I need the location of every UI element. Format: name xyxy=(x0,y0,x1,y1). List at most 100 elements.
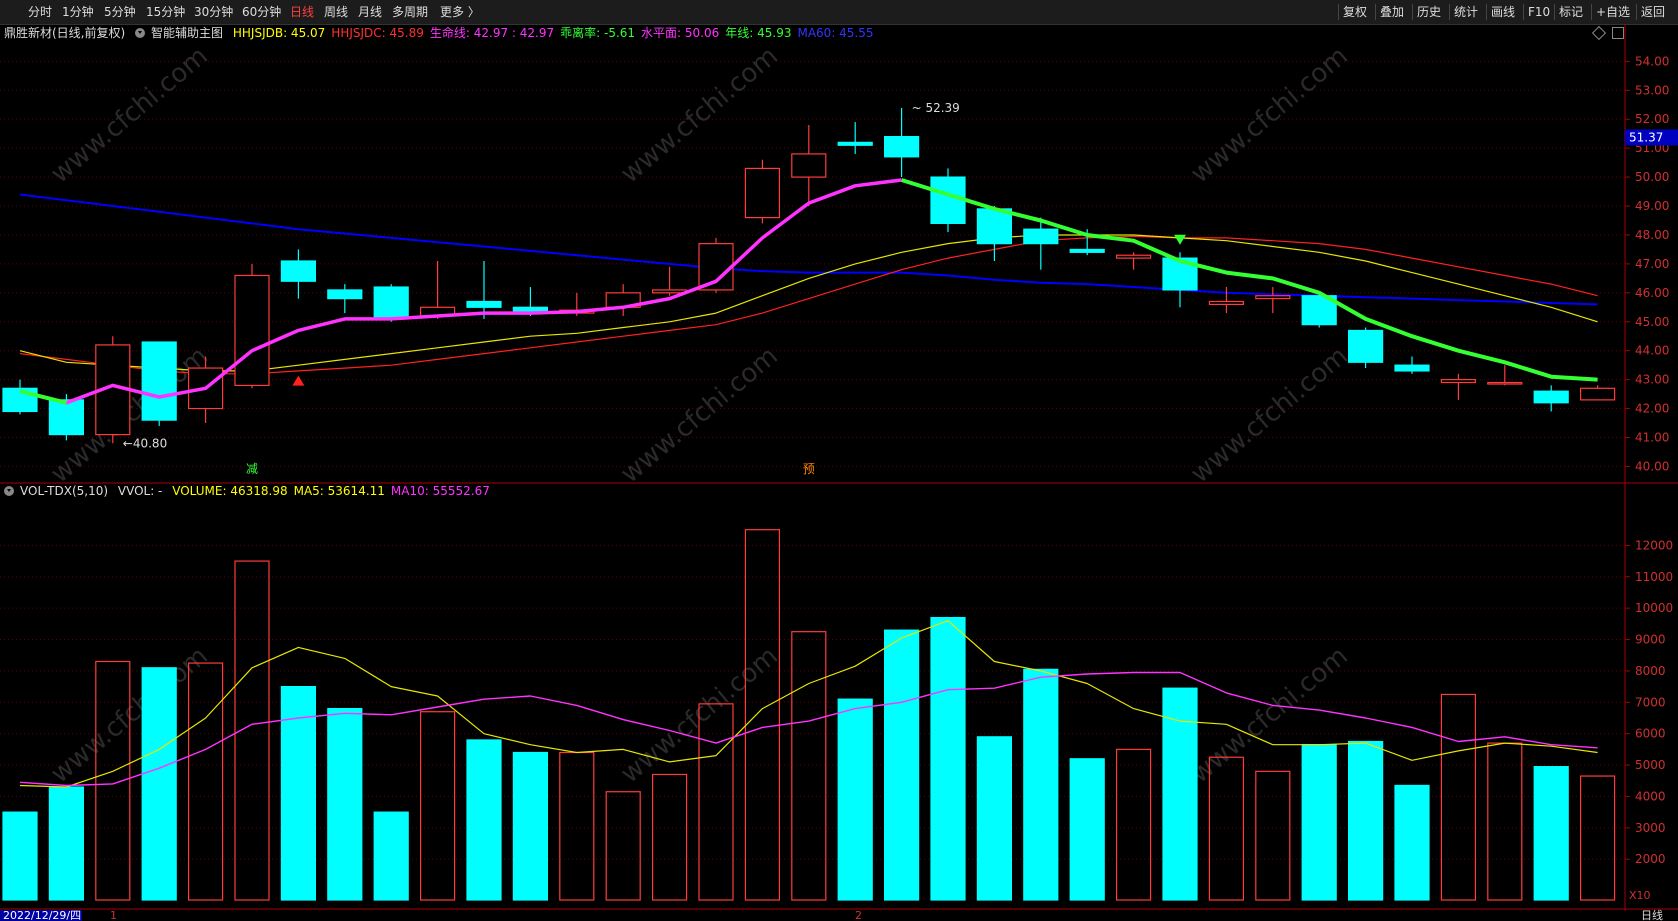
volume-bar xyxy=(1115,748,1152,901)
volume-bar xyxy=(651,773,688,901)
volume-tick-label: 9000 xyxy=(1635,633,1666,647)
price-tick-label: 40.00 xyxy=(1635,459,1669,473)
volume-bar xyxy=(1487,742,1523,901)
toolbar-button-7[interactable]: +自选 xyxy=(1596,0,1630,24)
volume-bar xyxy=(420,711,456,901)
current-price-value: 51.37 xyxy=(1629,130,1663,144)
period-tab-10[interactable]: 更多 〉 xyxy=(440,0,480,24)
stock-chart[interactable]: 54.0053.0052.0051.0050.0049.0048.0047.00… xyxy=(0,24,1678,921)
volume-tick-label: 3000 xyxy=(1635,821,1666,835)
watermark-text: www.cfchi.com xyxy=(45,41,214,189)
toolbar-separator xyxy=(1338,4,1339,20)
candle-body xyxy=(1394,364,1430,372)
price-tick-label: 49.00 xyxy=(1635,199,1669,213)
price-tick-label: 52.00 xyxy=(1635,112,1669,126)
period-tab-4[interactable]: 30分钟 xyxy=(194,0,233,24)
volume-tick-label: 8000 xyxy=(1635,664,1666,678)
candle-body xyxy=(466,300,502,308)
volume-bar xyxy=(976,736,1013,901)
signal-jian-label: 减 xyxy=(246,462,258,476)
price-tick-label: 42.00 xyxy=(1635,402,1669,416)
volume-bar xyxy=(141,667,177,901)
toolbar-separator xyxy=(1554,4,1555,20)
high-price-label: ~ 52.39 xyxy=(912,101,960,115)
volume-bar xyxy=(559,751,595,901)
candle-body xyxy=(373,286,409,320)
volume-bar xyxy=(605,791,641,901)
period-tab-2[interactable]: 5分钟 xyxy=(104,0,136,24)
volume-bar xyxy=(837,698,873,901)
toolbar-button-5[interactable]: F10 xyxy=(1528,0,1550,24)
volume-bar xyxy=(188,662,224,901)
volume-bar xyxy=(1579,775,1616,901)
volume-bar xyxy=(48,786,85,901)
candle-body xyxy=(883,135,920,158)
candle-body xyxy=(234,274,270,387)
watermark-text: www.cfchi.com xyxy=(615,341,784,489)
period-tab-3[interactable]: 15分钟 xyxy=(146,0,185,24)
toolbar-button-3[interactable]: 统计 xyxy=(1454,0,1478,24)
toolbar-separator xyxy=(1591,4,1592,20)
period-tab-5[interactable]: 60分钟 xyxy=(242,0,281,24)
toolbar-button-8[interactable]: 返回 xyxy=(1641,0,1665,24)
volume-bar xyxy=(95,660,131,901)
volume-bar xyxy=(883,629,920,901)
volume-bar xyxy=(1255,770,1291,901)
period-toolbar: 分时 1分钟 5分钟 15分钟 30分钟 60分钟 日线 周线 月线 多周期 更多 〉 复权 叠加 历史… xyxy=(0,0,1678,25)
period-tab-6[interactable]: 日线 xyxy=(290,0,314,24)
toolbar-separator xyxy=(1523,4,1524,20)
candle-body xyxy=(1347,329,1384,363)
candle-body xyxy=(1440,379,1477,384)
volume-bar xyxy=(930,616,966,901)
candle-body xyxy=(1255,295,1291,300)
month-marker-2: 2 xyxy=(855,909,862,921)
candle-body xyxy=(1487,381,1523,385)
candle-body xyxy=(280,260,316,282)
volume-tick-label: 6000 xyxy=(1635,727,1666,741)
price-tick-label: 41.00 xyxy=(1635,430,1669,444)
volume-bar xyxy=(1533,766,1569,901)
toolbar-button-6[interactable]: 标记 xyxy=(1559,0,1583,24)
candle-body xyxy=(1115,254,1152,259)
toolbar-separator xyxy=(1412,4,1413,20)
candle-body xyxy=(48,399,85,436)
volume-bar xyxy=(1069,758,1105,901)
watermark-text: www.cfchi.com xyxy=(615,41,784,189)
volume-bar xyxy=(466,739,502,901)
volume-bar xyxy=(512,751,549,901)
volume-bar xyxy=(791,631,827,901)
volume-tick-label: 2000 xyxy=(1635,852,1666,866)
toolbar-button-2[interactable]: 历史 xyxy=(1417,0,1441,24)
volume-bar xyxy=(1301,744,1337,901)
candle-body xyxy=(1023,228,1059,245)
price-tick-label: 47.00 xyxy=(1635,257,1669,271)
volume-bar xyxy=(1023,668,1059,901)
volume-tick-label: 5000 xyxy=(1635,758,1666,772)
toolbar-separator xyxy=(1375,4,1376,20)
signal-yu-label: 预 xyxy=(803,462,815,476)
price-tick-label: 53.00 xyxy=(1635,83,1669,97)
toolbar-button-1[interactable]: 叠加 xyxy=(1380,0,1404,24)
toolbar-separator xyxy=(1449,4,1450,20)
period-tab-0[interactable]: 分时 xyxy=(28,0,52,24)
period-tab-8[interactable]: 月线 xyxy=(358,0,382,24)
sell-signal-icon xyxy=(1174,234,1186,245)
candle-body xyxy=(791,153,827,178)
period-tab-1[interactable]: 1分钟 xyxy=(62,0,94,24)
volume-bar xyxy=(1394,784,1430,901)
watermark-text: www.cfchi.com xyxy=(1185,341,1354,489)
low-price-label: ←40.80 xyxy=(123,436,167,450)
volume-tick-label: 11000 xyxy=(1635,570,1673,584)
toolbar-button-4[interactable]: 画线 xyxy=(1491,0,1515,24)
period-tab-7[interactable]: 周线 xyxy=(324,0,348,24)
volume-bar xyxy=(1162,687,1198,901)
candle-body xyxy=(1533,390,1569,404)
period-tab-9[interactable]: 多周期 xyxy=(392,0,428,24)
candle-body xyxy=(327,289,363,300)
period-label: 日线 xyxy=(1641,908,1663,921)
volume-bar xyxy=(2,811,38,901)
volume-bar xyxy=(1440,693,1477,901)
volume-tick-label: 7000 xyxy=(1635,695,1666,709)
toolbar-button-0[interactable]: 复权 xyxy=(1343,0,1367,24)
candle-body xyxy=(744,167,781,219)
